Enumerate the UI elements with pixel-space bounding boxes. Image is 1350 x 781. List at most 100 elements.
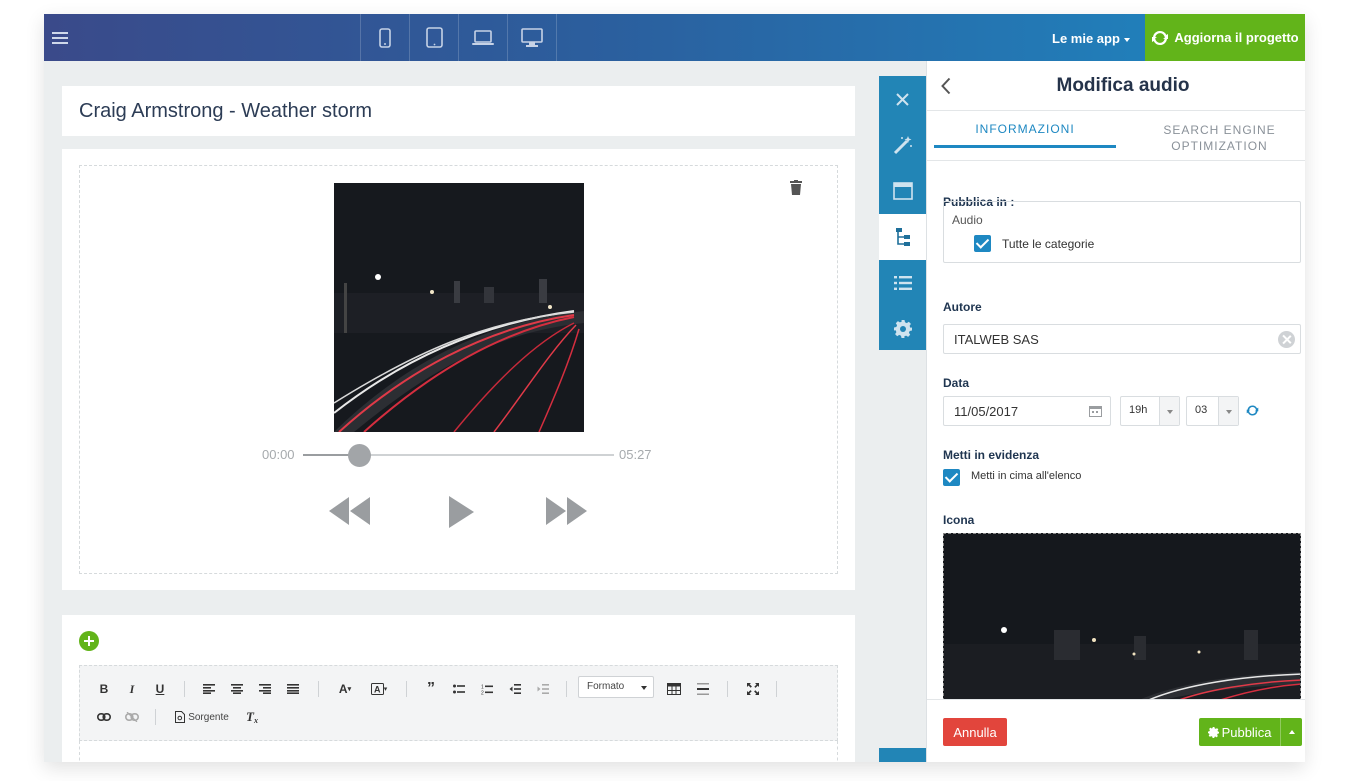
device-switcher <box>360 14 557 61</box>
publish-label: Pubblica <box>1221 724 1272 740</box>
calendar-icon[interactable] <box>1089 405 1102 417</box>
rich-text-toolbar <box>79 665 838 741</box>
app-window: Le mie app Aggiorna il progetto Craig Ar… <box>44 14 1305 762</box>
toolbar-divider <box>318 681 319 697</box>
date-value: 11/05/2017 <box>954 404 1019 419</box>
tab-informazioni[interactable]: INFORMAZIONI <box>934 111 1116 148</box>
seek-handle[interactable] <box>347 444 371 467</box>
title-field[interactable]: Craig Armstrong - Weather storm <box>62 86 855 136</box>
icon-image-preview[interactable] <box>943 533 1301 701</box>
all-categories-checkbox[interactable] <box>974 235 991 252</box>
chevron-down-icon <box>1123 37 1130 42</box>
publish-button[interactable]: Pubblica <box>1199 718 1302 746</box>
panel-footer: Annulla Pubblica <box>927 699 1305 762</box>
seek-bar[interactable] <box>303 444 614 467</box>
page-title: Craig Armstrong - Weather storm <box>79 99 373 122</box>
top-bar: Le mie app Aggiorna il progetto <box>44 14 1305 61</box>
publish-main[interactable]: Pubblica <box>1199 718 1280 746</box>
italic-icon[interactable]: I <box>126 680 138 698</box>
svg-text:2: 2 <box>481 690 484 695</box>
toolbar-divider <box>406 681 407 697</box>
svg-text:A: A <box>374 685 381 695</box>
list-icon[interactable] <box>879 260 926 306</box>
align-center-icon[interactable] <box>230 680 244 698</box>
clear-icon[interactable] <box>1278 331 1295 348</box>
publish-options-toggle[interactable] <box>1280 718 1302 746</box>
my-apps-dropdown[interactable]: Le mie app <box>1052 31 1130 46</box>
bold-icon[interactable]: B <box>98 680 110 698</box>
date-field[interactable]: 11/05/2017 <box>943 396 1111 426</box>
bulleted-list-icon[interactable] <box>452 680 466 698</box>
desktop-icon[interactable] <box>508 14 557 61</box>
align-left-icon[interactable] <box>202 680 216 698</box>
chevron-down-icon <box>641 686 647 690</box>
source-button[interactable]: Sorgente <box>172 708 232 726</box>
table-icon[interactable] <box>666 680 682 698</box>
close-icon[interactable] <box>879 76 926 122</box>
all-categories-label: Tutte le categorie <box>1002 237 1095 251</box>
chevron-down-icon <box>1159 397 1179 425</box>
edit-audio-panel: Modifica audio INFORMAZIONI SEARCH ENGIN… <box>926 61 1305 762</box>
add-block-icon[interactable] <box>79 631 99 651</box>
panel-tabs: INFORMAZIONI SEARCH ENGINE OPTIMIZATION <box>927 111 1305 161</box>
hour-value: 19h <box>1129 404 1148 416</box>
update-project-button[interactable]: Aggiorna il progetto <box>1145 14 1305 61</box>
layout-icon[interactable] <box>879 168 926 214</box>
toolbar-divider <box>566 681 567 697</box>
horizontal-line-icon[interactable] <box>695 680 711 698</box>
minute-value: 03 <box>1195 404 1208 416</box>
tablet-icon[interactable] <box>410 14 459 61</box>
underline-icon[interactable]: U <box>154 680 166 698</box>
background-color-icon[interactable]: A ▾ <box>368 680 390 698</box>
clear-format-icon[interactable]: Tx <box>244 708 260 726</box>
total-time: 05:27 <box>619 447 652 462</box>
current-time: 00:00 <box>262 447 295 462</box>
author-field[interactable]: ITALWEB SAS <box>943 324 1301 354</box>
toolbar-divider <box>727 681 728 697</box>
increase-indent-icon[interactable] <box>536 680 550 698</box>
album-cover-image <box>334 183 584 432</box>
tree-icon[interactable] <box>879 214 926 260</box>
play-icon[interactable] <box>447 495 475 534</box>
my-apps-label: Le mie app <box>1052 31 1120 46</box>
tab-seo[interactable]: SEARCH ENGINE OPTIMIZATION <box>1127 111 1305 161</box>
laptop-icon[interactable] <box>459 14 508 61</box>
toolbar-divider <box>155 709 156 725</box>
featured-checkbox[interactable] <box>943 469 960 486</box>
section-name: Audio <box>952 213 983 227</box>
update-project-label: Aggiorna il progetto <box>1174 30 1299 45</box>
decrease-indent-icon[interactable] <box>508 680 522 698</box>
text-editor-area[interactable] <box>79 741 838 762</box>
gear-icon[interactable] <box>879 306 926 352</box>
cancel-button[interactable]: Annulla <box>943 718 1007 746</box>
align-right-icon[interactable] <box>258 680 272 698</box>
format-select-label: Formato <box>587 681 625 692</box>
minute-select[interactable]: 03 <box>1186 396 1239 426</box>
author-label: Autore <box>943 300 982 314</box>
featured-option-label: Metti in cima all'elenco <box>971 470 1082 482</box>
unlink-icon[interactable] <box>124 708 140 726</box>
maximize-icon[interactable] <box>745 680 761 698</box>
text-color-icon[interactable]: A ▾ <box>334 680 356 698</box>
mobile-icon[interactable] <box>361 14 410 61</box>
category-box: Audio Tutte le categorie <box>943 201 1301 263</box>
format-select[interactable]: Formato <box>578 676 654 698</box>
magic-wand-icon[interactable] <box>879 122 926 168</box>
panel-title: Modifica audio <box>1056 75 1190 96</box>
trash-icon[interactable] <box>790 180 802 200</box>
featured-label: Metti in evidenza <box>943 448 1040 462</box>
menu-icon[interactable] <box>52 26 76 50</box>
fast-forward-icon[interactable] <box>545 495 587 532</box>
justify-icon[interactable] <box>286 680 300 698</box>
icon-label: Icona <box>943 513 975 527</box>
rewind-icon[interactable] <box>329 495 371 532</box>
blockquote-icon[interactable]: ” <box>424 680 438 698</box>
source-label: Sorgente <box>188 711 229 723</box>
rail-bottom-tab[interactable] <box>879 748 926 762</box>
numbered-list-icon[interactable]: 12 <box>480 680 494 698</box>
link-icon[interactable] <box>96 708 112 726</box>
refresh-date-icon[interactable] <box>1246 404 1259 422</box>
refresh-icon <box>1152 30 1169 45</box>
hour-select[interactable]: 19h <box>1120 396 1180 426</box>
gear-icon <box>1207 726 1219 738</box>
